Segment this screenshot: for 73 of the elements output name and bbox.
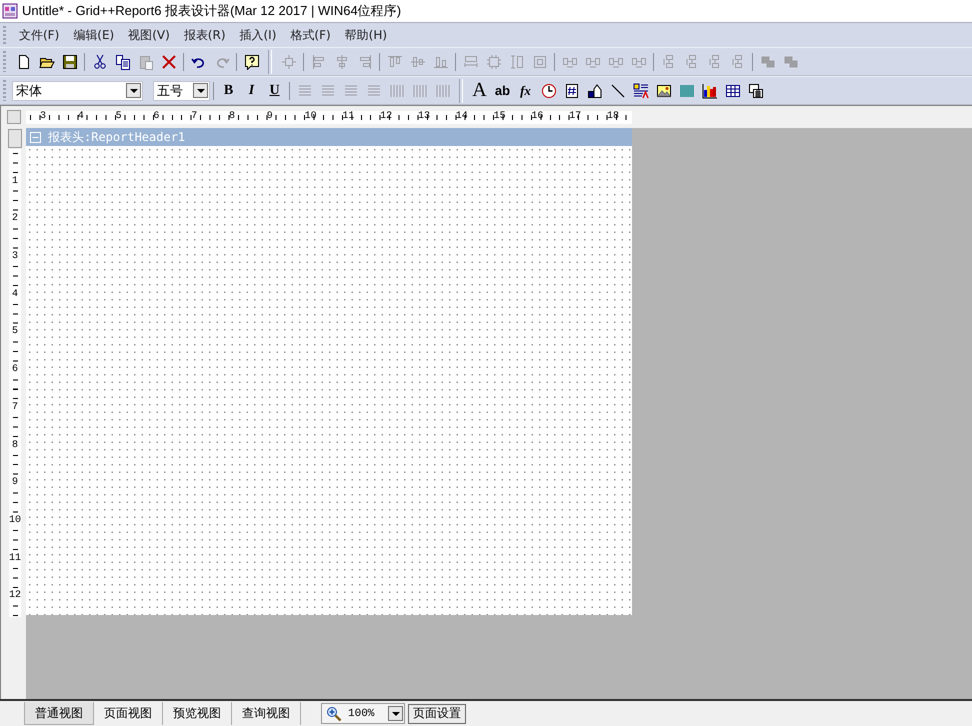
text-align-icon [366,82,382,98]
menu-item[interactable]: 文件(F) [12,26,66,44]
text-align-icon [320,82,336,98]
text-box-button[interactable]: A [468,80,491,102]
ruler-number: 13 [418,111,431,123]
zoom-in-icon [326,706,342,722]
ruler-number: 8 [12,440,18,450]
table-icon [724,82,740,98]
scissors-icon [92,54,108,70]
view-tab[interactable]: 普通视图 [24,702,94,725]
menu-item[interactable]: 格式(F) [283,26,338,44]
underline-button[interactable]: U [263,80,286,102]
text-align-icon [342,82,358,98]
picture-icon [656,82,672,98]
font-name-dropdown[interactable]: 宋体 [12,80,143,100]
ruler-number: 16 [531,111,544,123]
menu-item[interactable]: 报表(R) [176,26,232,44]
align-top-icon [386,54,402,70]
ruler-number: 8 [228,111,236,123]
ruler-number: 5 [116,111,123,123]
field-box-button[interactable]: ab [491,80,514,102]
page-setup-button[interactable]: 页面设置 [408,704,466,724]
copy-icon [114,54,130,70]
same-size-icon [486,54,502,70]
ruler-number: 7 [191,111,198,123]
ruler-number: 4 [78,111,85,123]
zoom-dropdown[interactable]: 100% [321,703,405,724]
line-icon [610,82,626,98]
collapse-icon[interactable] [30,132,41,142]
layers-icon [782,54,798,70]
resize-icon [280,54,296,70]
ruler-number: 6 [153,111,160,123]
view-tab[interactable]: 页面视图 [94,702,163,725]
layers-icon [760,54,776,70]
distribute-text-icon [434,82,450,98]
ruler-number: 14 [456,111,469,123]
font-size-dropdown[interactable]: 五号 [153,80,210,100]
app-icon [2,3,18,19]
text-align-icon [296,82,312,98]
delete-icon [160,54,176,70]
barcode-icon [678,82,694,98]
ruler-number: 9 [266,111,274,123]
menu-item[interactable]: 帮助(H) [338,26,394,44]
ruler-number: 18 [606,111,620,123]
formula-button[interactable]: fx [514,80,537,102]
distribute-text-icon [412,82,428,98]
page-number-icon [564,82,580,98]
ruler-number: 10 [304,111,318,123]
distribute-text-icon [388,82,404,98]
bold-button[interactable]: B [217,80,240,102]
bar-chart-icon [702,82,718,98]
rich-text-icon [632,82,648,98]
subreport-icon [748,82,764,98]
clock-icon [540,82,556,98]
section-title: 报表头:ReportHeader1 [48,128,186,146]
shapes-icon [586,82,602,98]
ruler-number: 17 [569,111,582,123]
align-left-icon [310,54,326,70]
menu-item[interactable]: 编辑(E) [66,26,122,44]
menu-item[interactable]: 视图(V) [121,26,177,44]
view-tab[interactable]: 查询视图 [232,702,301,725]
help-icon [244,54,260,70]
view-tab[interactable]: 预览视图 [163,702,232,725]
ruler-number: 3 [40,111,48,123]
same-height-icon [508,54,524,70]
window-title: Untitle* - Grid++Report6 报表设计器(Mar 12 2017 | WIN64位程序) [22,2,402,20]
ruler-number: 15 [494,111,507,123]
snap-grid-icon [532,54,548,70]
italic-button[interactable]: I [240,80,263,102]
clipboard-icon [138,54,154,70]
same-width-icon [462,54,478,70]
ruler-corner [7,110,21,124]
menu-item[interactable]: 插入(I) [232,26,284,44]
